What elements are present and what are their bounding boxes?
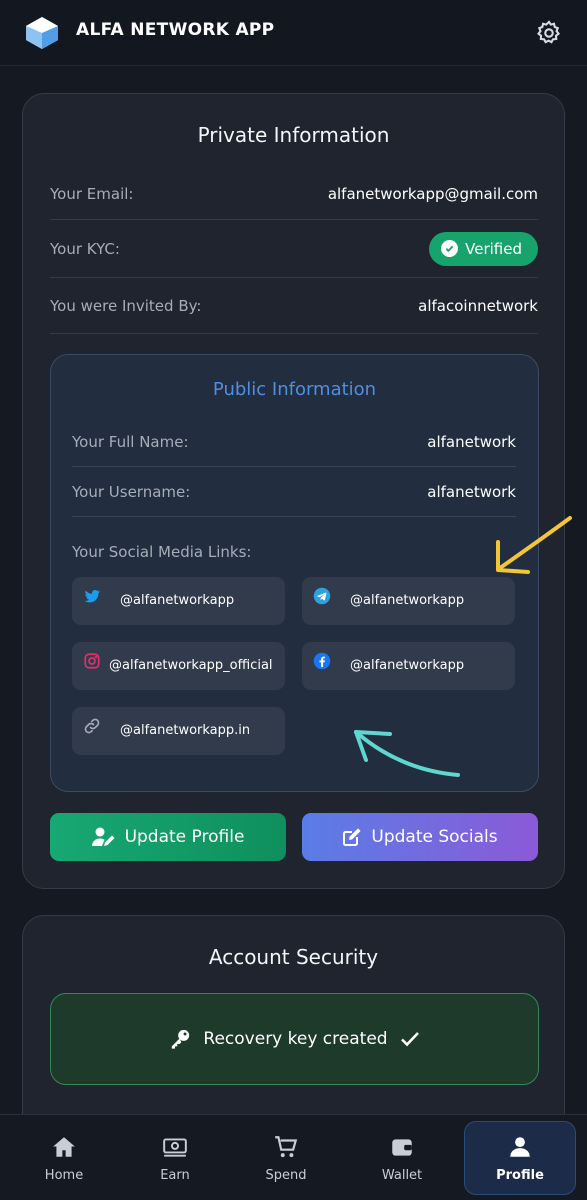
- social-handle: @alfanetworkapp_official: [109, 658, 273, 673]
- account-security-card: Account Security Recovery key created: [22, 915, 565, 1145]
- update-profile-button[interactable]: Update Profile: [50, 813, 286, 861]
- invited-label: You were Invited By:: [50, 296, 202, 315]
- twitter-icon: [84, 589, 100, 603]
- social-handle: @alfanetworkapp: [350, 593, 465, 608]
- invited-row: You were Invited By: alfacoinnetwork: [50, 278, 538, 334]
- check-icon: [400, 1032, 419, 1047]
- private-information-title: Private Information: [197, 123, 390, 147]
- kyc-verified-badge: Verified: [429, 231, 538, 266]
- wallet-icon: [392, 1138, 412, 1156]
- gear-icon[interactable]: [535, 19, 563, 47]
- home-icon: [53, 1136, 75, 1157]
- username-label: Your Username:: [72, 482, 191, 501]
- update-profile-label: Update Profile: [124, 827, 245, 847]
- kyc-row: Your KYC: Verified: [50, 220, 538, 278]
- cart-icon: [275, 1135, 298, 1157]
- social-link-telegram[interactable]: @alfanetworkapp: [302, 577, 515, 625]
- check-circle-icon: [441, 240, 459, 257]
- nav-profile-label: Profile: [496, 1167, 544, 1183]
- app-title: ALFA NETWORK APP: [76, 20, 275, 40]
- full-name-value: alfanetwork: [427, 432, 516, 451]
- nav-spend-label: Spend: [265, 1167, 307, 1183]
- nav-spend[interactable]: Spend: [230, 1121, 342, 1195]
- link-icon: [84, 718, 100, 734]
- nav-wallet[interactable]: Wallet: [346, 1121, 458, 1195]
- update-socials-label: Update Socials: [371, 827, 498, 847]
- social-links-label: Your Social Media Links:: [72, 543, 252, 561]
- email-value: alfanetworkapp@gmail.com: [327, 185, 538, 203]
- user-icon: [510, 1136, 530, 1157]
- social-handle: @alfanetworkapp: [120, 593, 235, 608]
- nav-home[interactable]: Home: [8, 1121, 120, 1195]
- earn-icon: [163, 1137, 187, 1157]
- social-handle: @alfanetworkapp: [350, 658, 465, 673]
- update-socials-button[interactable]: Update Socials: [302, 813, 538, 861]
- nav-home-label: Home: [44, 1167, 84, 1183]
- facebook-icon: [313, 652, 331, 670]
- social-handle: @alfanetworkapp.in: [120, 723, 251, 738]
- public-information-title: Public Information: [212, 379, 377, 400]
- full-name-row: Your Full Name: alfanetwork: [72, 417, 516, 467]
- social-link-twitter[interactable]: @alfanetworkapp: [72, 577, 285, 625]
- alfa-logo-icon: [26, 17, 58, 49]
- kyc-status: Verified: [465, 239, 522, 258]
- social-link-facebook[interactable]: @alfanetworkapp: [302, 642, 515, 690]
- private-information-card: Private Information Your Email: alfanetw…: [22, 93, 565, 889]
- instagram-icon: [84, 653, 100, 669]
- nav-earn-label: Earn: [160, 1167, 190, 1183]
- key-icon: [172, 1029, 190, 1049]
- email-label: Your Email:: [50, 185, 134, 203]
- username-value: alfanetwork: [427, 482, 516, 501]
- recovery-key-text: Recovery key created: [203, 1029, 388, 1049]
- nav-profile[interactable]: Profile: [464, 1121, 576, 1195]
- social-link-instagram[interactable]: @alfanetworkapp_official: [72, 642, 285, 690]
- full-name-label: Your Full Name:: [72, 432, 189, 451]
- nav-earn[interactable]: Earn: [119, 1121, 231, 1195]
- telegram-icon: [313, 587, 331, 605]
- nav-wallet-label: Wallet: [381, 1167, 423, 1183]
- account-security-title: Account Security: [208, 945, 379, 969]
- user-edit-icon: [91, 827, 115, 846]
- email-row: Your Email: alfanetworkapp@gmail.com: [50, 169, 538, 220]
- top-bar: ALFA NETWORK APP: [0, 0, 587, 66]
- invited-value: alfacoinnetwork: [418, 296, 538, 315]
- kyc-label: Your KYC:: [50, 239, 120, 258]
- username-row: Your Username: alfanetwork: [72, 467, 516, 517]
- social-link-website[interactable]: @alfanetworkapp.in: [72, 707, 285, 755]
- recovery-key-status: Recovery key created: [50, 993, 539, 1085]
- public-information-card: Public Information Your Full Name: alfan…: [50, 354, 539, 792]
- bottom-navigation: Home Earn Spend Wallet Profile: [0, 1114, 587, 1200]
- edit-icon: [343, 828, 361, 846]
